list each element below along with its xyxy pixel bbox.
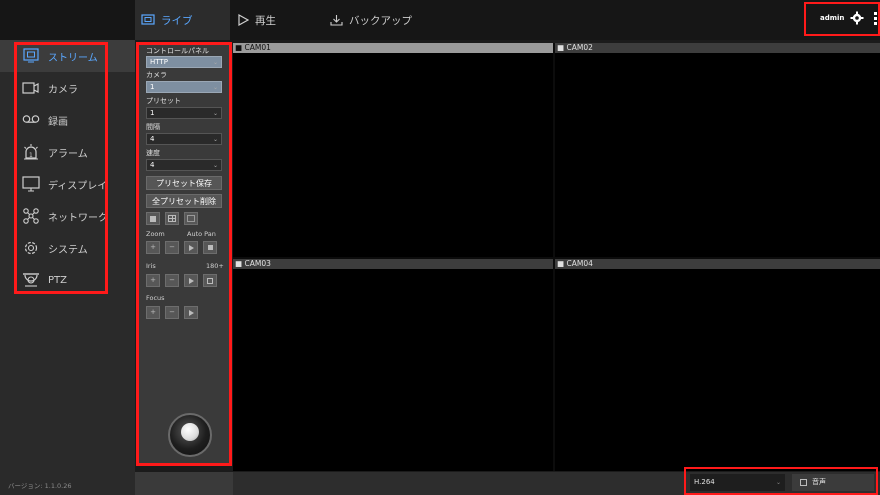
play-icon xyxy=(238,14,249,26)
camera-view-3[interactable]: ■ CAM03 xyxy=(233,259,553,471)
top-bar xyxy=(0,0,880,40)
download-icon xyxy=(330,15,343,26)
highlight-box-panel xyxy=(136,42,232,466)
camera-name: CAM03 xyxy=(244,259,271,268)
tab-playback[interactable]: 再生 xyxy=(237,10,276,30)
tab-live[interactable]: ライブ xyxy=(141,10,193,30)
video-grid: ■ CAM01 ■ CAM02 ■ CAM03 ■ CAM04 xyxy=(233,43,880,471)
tab-playback-label: 再生 xyxy=(255,14,276,27)
highlight-box-sidebar xyxy=(14,42,108,294)
highlight-box-bottom xyxy=(684,467,878,495)
camera-name: CAM02 xyxy=(566,43,593,52)
highlight-box-top xyxy=(804,2,880,36)
camera-title-2: ■ CAM02 xyxy=(555,43,880,53)
camera-view-1[interactable]: ■ CAM01 xyxy=(233,43,553,257)
camera-name: CAM04 xyxy=(566,259,593,268)
tab-live-label: ライブ xyxy=(161,14,193,27)
camera-name: CAM01 xyxy=(244,43,271,52)
camera-title-1: ■ CAM01 xyxy=(233,43,553,53)
tab-backup[interactable]: バックアップ xyxy=(330,10,412,30)
tab-backup-label: バックアップ xyxy=(349,14,412,27)
live-icon xyxy=(141,14,155,25)
camera-view-2[interactable]: ■ CAM02 xyxy=(555,43,880,257)
camera-view-4[interactable]: ■ CAM04 xyxy=(555,259,880,471)
version-text: バージョン: 1.1.0.26 xyxy=(8,482,72,490)
panel-footer xyxy=(135,472,233,495)
camera-title-3: ■ CAM03 xyxy=(233,259,553,269)
camera-title-4: ■ CAM04 xyxy=(555,259,880,269)
